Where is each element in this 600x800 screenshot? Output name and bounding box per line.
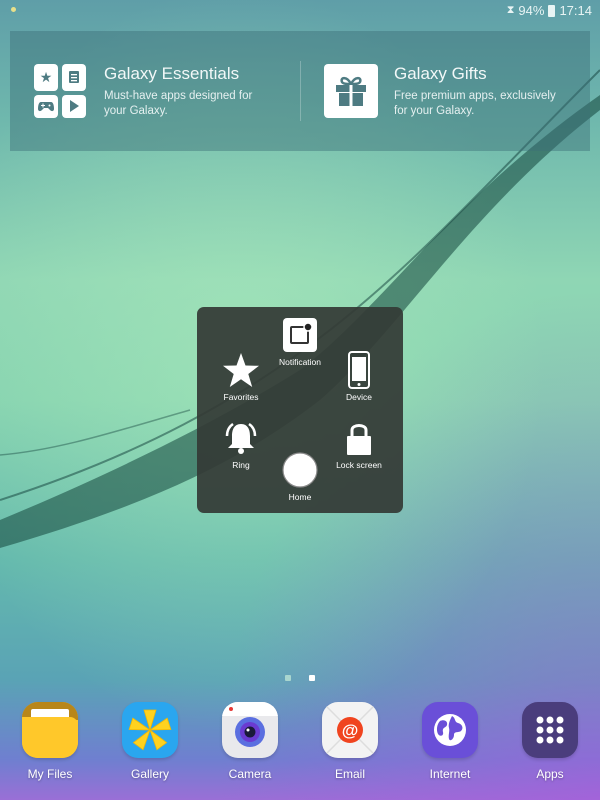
assistant-label: Device <box>346 392 372 402</box>
wifi-signal-icon: ⧗ <box>506 4 515 16</box>
apps-grid-icon <box>522 702 578 758</box>
dock-label: My Files <box>27 767 73 781</box>
assistant-menu: Notification Favorites Device Ring Lock … <box>197 307 403 513</box>
dock-label: Apps <box>536 767 564 781</box>
phone-device-icon <box>348 351 370 389</box>
dock-label: Camera <box>228 767 272 781</box>
galaxy-gifts-card[interactable]: Galaxy Gifts Free premium apps, exclusiv… <box>300 31 590 151</box>
assistant-label: Ring <box>232 460 250 470</box>
email-at-icon: @ <box>322 702 378 758</box>
camera-icon <box>222 702 278 758</box>
page-indicator <box>0 675 600 681</box>
assistant-label: Notification <box>278 357 322 367</box>
battery-icon <box>548 4 556 17</box>
page-dot-2-active[interactable] <box>309 675 315 681</box>
assistant-item-device[interactable]: Device <box>319 351 399 402</box>
assistant-label: Lock screen <box>336 460 382 470</box>
promo-description: Must-have apps designed for your Galaxy. <box>104 89 253 117</box>
assistant-label: Home <box>288 492 312 502</box>
battery-percent: 94% <box>518 3 545 18</box>
galaxy-essentials-card[interactable]: ★ Galaxy Essentials Must-have apps desig… <box>10 31 300 151</box>
promo-description: Free premium apps, exclusively for your … <box>394 89 556 117</box>
svg-text:@: @ <box>342 721 359 740</box>
promo-title: Galaxy Gifts <box>394 63 487 83</box>
assistant-item-favorites[interactable]: Favorites <box>201 351 281 402</box>
promo-banner: ★ Galaxy Essentials Must-have apps desig… <box>10 31 590 151</box>
play-icon <box>62 94 86 118</box>
dock-app-my-files[interactable]: My Files <box>0 702 100 781</box>
status-bar: ⧗ 94% 17:14 <box>0 0 600 22</box>
folder-icon <box>22 702 78 758</box>
globe-icon <box>422 702 478 758</box>
assistant-item-home[interactable]: Home <box>260 451 340 502</box>
dock-app-gallery[interactable]: Gallery <box>100 702 200 781</box>
star-icon: ★ <box>34 64 58 91</box>
gamepad-icon <box>34 94 58 118</box>
dock-app-email[interactable]: @ Email <box>300 702 400 781</box>
document-icon <box>62 64 86 91</box>
gallery-flower-icon <box>122 702 178 758</box>
home-circle-icon <box>281 451 319 489</box>
lock-icon <box>345 419 373 457</box>
notification-icon <box>282 316 318 354</box>
galaxy-essentials-icon: ★ <box>34 64 88 118</box>
dock-label: Internet <box>429 767 471 781</box>
dock-label: Gallery <box>130 767 169 781</box>
dock-label: Email <box>334 767 365 781</box>
gift-icon <box>324 64 378 118</box>
dock-app-apps[interactable]: Apps <box>500 702 600 781</box>
promo-title: Galaxy Essentials <box>104 63 240 83</box>
clock: 17:14 <box>559 3 592 18</box>
bell-icon <box>222 419 260 457</box>
dock-app-camera[interactable]: Camera <box>200 702 300 781</box>
assistant-label: Favorites <box>223 392 259 402</box>
page-dot-1[interactable] <box>285 675 291 681</box>
star-icon <box>222 351 260 389</box>
app-dock: My Files Gallery Camera @ Email Internet… <box>0 702 600 781</box>
notification-dot-icon <box>11 7 16 12</box>
dock-app-internet[interactable]: Internet <box>400 702 500 781</box>
